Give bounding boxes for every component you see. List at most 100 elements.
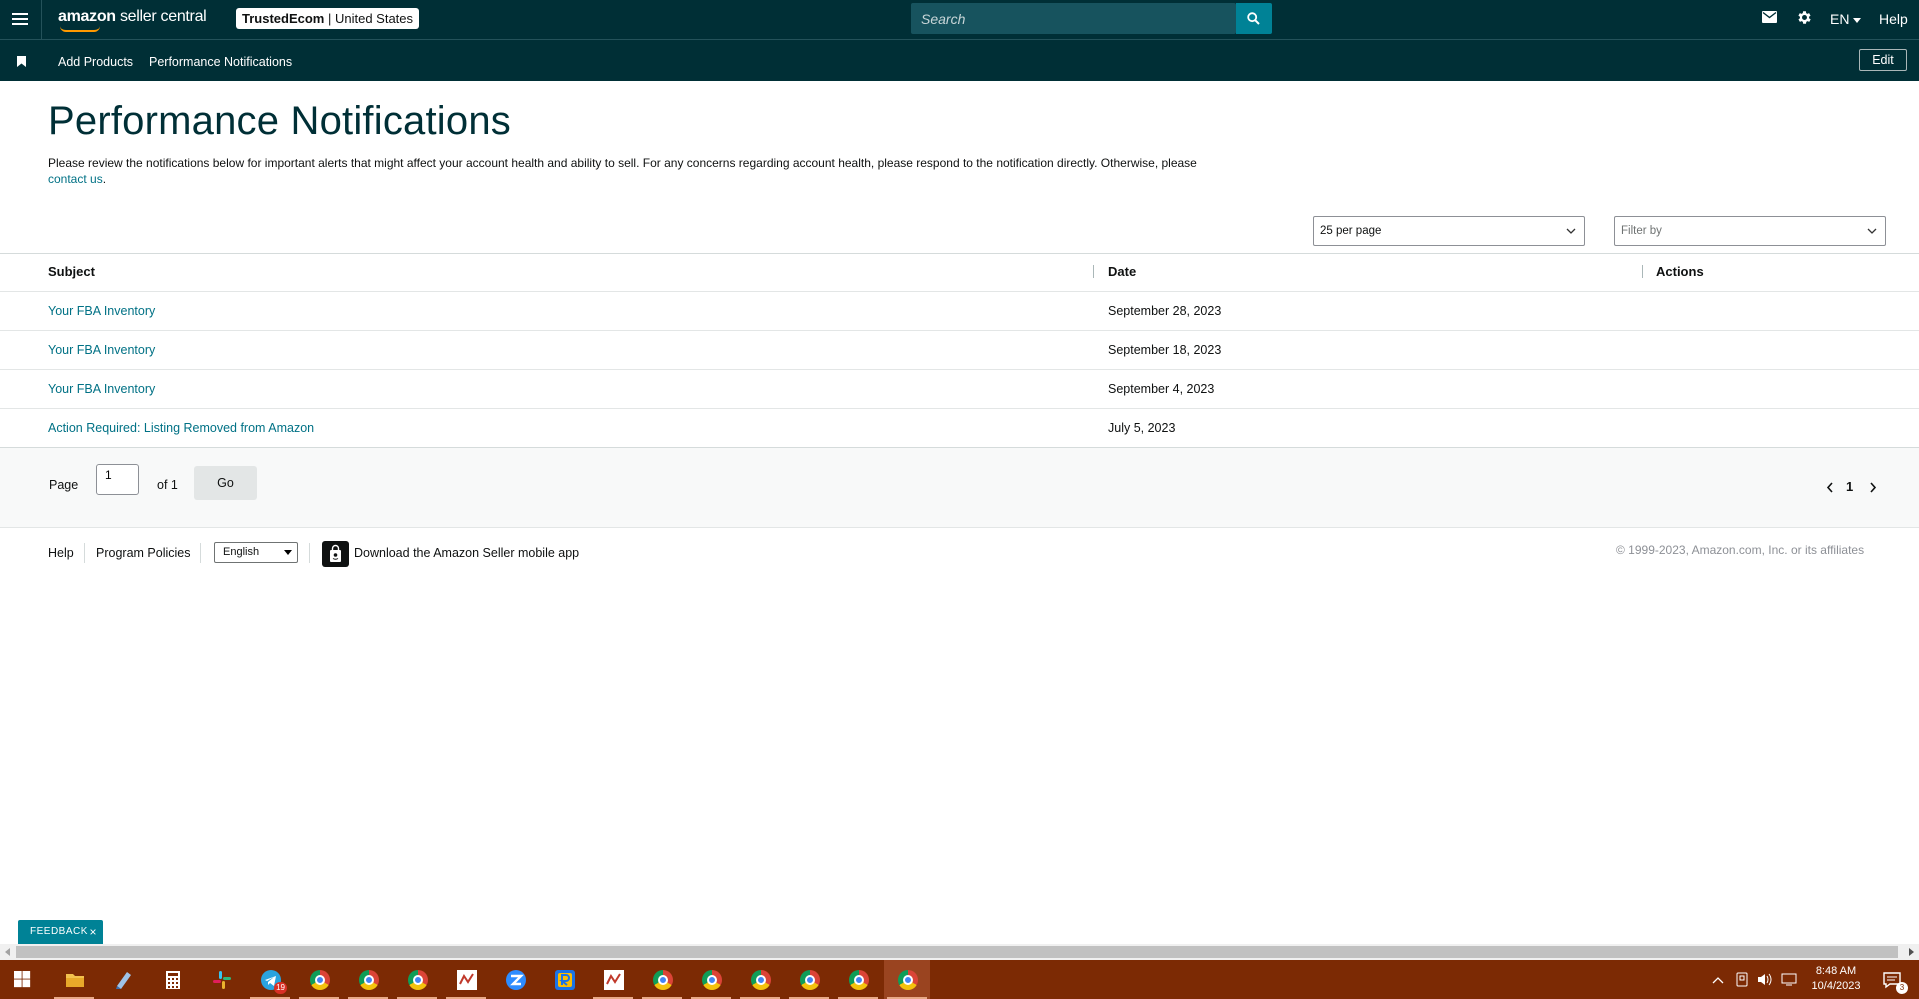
- chevron-down-icon: [1867, 228, 1877, 234]
- logo-smile-icon: [60, 26, 100, 32]
- taskbar-chrome-active[interactable]: [884, 960, 930, 999]
- zoom-icon: [506, 970, 526, 990]
- gear-icon[interactable]: [1796, 9, 1813, 26]
- taskbar-app-chart[interactable]: [443, 960, 489, 999]
- language-code: EN: [1830, 11, 1850, 27]
- download-app-link[interactable]: Download the Amazon Seller mobile app: [354, 546, 579, 560]
- filter-placeholder: Filter by: [1621, 225, 1662, 237]
- logo-product: seller central: [119, 8, 207, 25]
- scroll-right-icon[interactable]: [1909, 948, 1914, 956]
- taskbar-calculator[interactable]: [149, 960, 195, 999]
- notification-date: September 4, 2023: [1108, 382, 1215, 396]
- notification-subject-link[interactable]: Action Required: Listing Removed from Am…: [48, 421, 314, 435]
- subnav-performance-notifications[interactable]: Performance Notifications: [149, 55, 292, 69]
- notification-count-badge: 3: [1896, 982, 1908, 994]
- taskbar-slack[interactable]: [198, 960, 244, 999]
- horizontal-scrollbar[interactable]: [0, 944, 1919, 960]
- search-button[interactable]: [1236, 3, 1272, 34]
- caret-down-icon: [1853, 17, 1862, 23]
- help-link[interactable]: Help: [1879, 11, 1908, 27]
- close-icon[interactable]: ×: [89, 920, 97, 944]
- network-icon[interactable]: [1781, 972, 1797, 987]
- taskbar-file-explorer[interactable]: [51, 960, 97, 999]
- page-of-label: of 1: [157, 478, 178, 492]
- notification-subject-link[interactable]: Your FBA Inventory: [48, 304, 155, 318]
- search-icon: [1247, 12, 1260, 25]
- column-header-date[interactable]: Date: [1108, 264, 1136, 279]
- table-row: Your FBA Inventory September 28, 2023: [0, 291, 1919, 330]
- scroll-left-icon[interactable]: [5, 948, 10, 956]
- chevron-left-icon[interactable]: [1826, 482, 1834, 493]
- taskbar-chrome-profile-1[interactable]: [296, 960, 342, 999]
- taskbar-chrome-profile-3[interactable]: [394, 960, 440, 999]
- per-page-select[interactable]: 25 per page: [1313, 216, 1585, 246]
- program-policies-link[interactable]: Program Policies: [96, 546, 190, 560]
- edit-button[interactable]: Edit: [1859, 49, 1907, 71]
- intro-text: Please review the notifications below fo…: [48, 156, 1197, 170]
- footer-language-value: English: [223, 546, 260, 558]
- store-name: TrustedEcom: [242, 11, 325, 26]
- telegram-unread-badge: 19: [274, 982, 287, 994]
- chrome-icon: [898, 970, 918, 990]
- footer-help-link[interactable]: Help: [48, 546, 74, 560]
- table-row: Your FBA Inventory September 18, 2023: [0, 330, 1919, 369]
- current-page-number[interactable]: 1: [1846, 479, 1853, 494]
- notification-subject-link[interactable]: Your FBA Inventory: [48, 382, 155, 396]
- speaker-icon[interactable]: [1757, 972, 1773, 987]
- taskbar-chrome-profile-8[interactable]: [835, 960, 881, 999]
- subnav-add-products[interactable]: Add Products: [58, 55, 133, 69]
- taskbar-chrome-profile-6[interactable]: [737, 960, 783, 999]
- taskbar-chrome-profile-2[interactable]: [345, 960, 391, 999]
- taskbar-remote-app[interactable]: [541, 960, 587, 999]
- footer-divider: [84, 543, 85, 563]
- chevron-right-icon[interactable]: [1869, 482, 1877, 493]
- taskbar-chrome-profile-4[interactable]: [639, 960, 685, 999]
- column-header-actions: Actions: [1656, 264, 1704, 279]
- language-switcher[interactable]: EN: [1830, 11, 1862, 27]
- column-header-subject[interactable]: Subject: [48, 264, 95, 279]
- start-button[interactable]: [0, 960, 46, 999]
- notepad-icon: [116, 972, 131, 989]
- stock-chart-icon: [457, 970, 477, 990]
- intro-end: .: [102, 172, 107, 186]
- table-top-border: [0, 253, 1919, 254]
- windows-icon: [14, 971, 31, 988]
- notification-subject-link[interactable]: Your FBA Inventory: [48, 343, 155, 357]
- footer-language-select[interactable]: English: [214, 542, 298, 563]
- taskbar-zoom[interactable]: [492, 960, 538, 999]
- shopping-bag-icon: [330, 544, 341, 562]
- show-hidden-icons-chevron-icon[interactable]: [1712, 975, 1724, 985]
- taskbar-app-chart-2[interactable]: [590, 960, 636, 999]
- page-label: Page: [49, 478, 79, 492]
- taskbar-telegram[interactable]: 19: [247, 960, 293, 999]
- bookmark-icon[interactable]: [17, 56, 26, 67]
- taskbar-chrome-profile-5[interactable]: [688, 960, 734, 999]
- footer-divider: [309, 543, 310, 563]
- meet-now-icon[interactable]: [1736, 972, 1748, 987]
- taskbar-chrome-profile-7[interactable]: [786, 960, 832, 999]
- search-input[interactable]: [911, 3, 1234, 34]
- menu-icon[interactable]: [12, 13, 28, 25]
- store-switcher[interactable]: TrustedEcom | United States: [236, 8, 420, 29]
- mail-icon[interactable]: [1762, 11, 1777, 23]
- calculator-icon: [166, 971, 180, 989]
- taskbar-notes-app[interactable]: [100, 960, 146, 999]
- seller-app-icon[interactable]: [322, 541, 349, 567]
- feedback-tab[interactable]: FEEDBACK ×: [18, 920, 103, 944]
- column-divider: [1642, 265, 1643, 278]
- filter-select[interactable]: Filter by: [1614, 216, 1886, 246]
- scrollbar-thumb[interactable]: [16, 946, 1898, 958]
- chrome-icon: [751, 970, 771, 990]
- clock-date: 10/4/2023: [1811, 980, 1861, 992]
- chevron-down-icon: [1566, 228, 1576, 234]
- page-intro: Please review the notifications below fo…: [48, 155, 1288, 187]
- table-row: Your FBA Inventory September 4, 2023: [0, 369, 1919, 408]
- page-number-input[interactable]: [96, 464, 139, 495]
- seller-central-logo[interactable]: amazon seller central: [58, 8, 207, 32]
- go-button[interactable]: Go: [194, 466, 257, 500]
- action-center-button[interactable]: 3: [1872, 960, 1912, 999]
- system-clock[interactable]: 8:48 AM 10/4/2023: [1806, 964, 1866, 994]
- contact-us-link[interactable]: contact us: [48, 172, 103, 186]
- store-separator: |: [327, 11, 335, 26]
- chrome-icon: [359, 970, 379, 990]
